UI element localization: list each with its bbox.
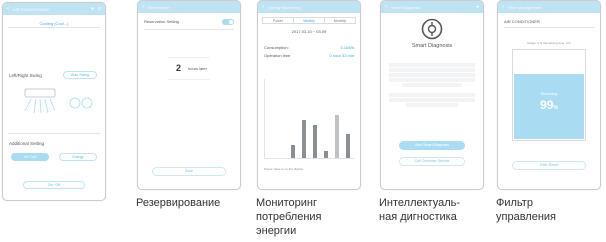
reservation-unit: hours later [188,66,207,71]
diagnosis-heading: Smart Diagnosis [411,43,453,49]
caption-energy-monitoring: Мониторинг потребления энергии [256,197,322,237]
smart-diagnosis-icon [421,18,443,40]
tab-weekly[interactable]: Weekly [294,18,325,23]
call-service-button[interactable]: Call Customer Service [399,157,465,166]
chart-legend: Power value to on the display [264,167,304,171]
top-bar: ‹ Smart Diagnosis ● [381,1,483,13]
reservation-screen: ‹ Reservation Reservation Setting 2 hour… [137,0,241,190]
tab-power[interactable]: Power [263,18,294,23]
picker-line [168,57,210,58]
filter-remaining-label: Remaining [540,92,558,96]
caption-filter-management: Фильтр управления [496,197,556,223]
reservation-toggle[interactable] [222,19,234,25]
device-name: AIR CONDITIONER [504,19,540,24]
top-bar: ‹ Energy Monitoring [258,1,360,13]
screen-title: Filter Management [508,4,542,10]
chart-bar[interactable] [324,151,329,158]
back-arrow-icon[interactable]: ‹ [502,4,504,10]
filter-reset-button[interactable]: Filter Reset [512,161,586,170]
top-bar: ‹ Reservation [138,1,240,13]
back-arrow-icon[interactable]: ‹ [262,4,264,10]
diagnosis-description [389,63,475,107]
filter-management-screen: ‹ Filter Management AIR CONDITIONER Usag… [497,0,601,190]
top-bar: ‹ Filter Management [498,1,600,13]
swing-label: Left/Right Swing [9,73,42,78]
chart-bar[interactable] [313,125,318,158]
power-button[interactable]: On / Off [23,181,85,189]
energy-monitoring-screen: ‹ Energy Monitoring Power Weekly Monthly… [257,0,361,190]
operation-value: 0 hour 33 min [329,53,354,58]
back-arrow-icon[interactable]: ‹ [7,6,9,12]
filter-gauge: Remaining 99% [512,49,586,141]
consumption-label: Consumption: [264,45,289,50]
tab-monthly[interactable]: Monthly [325,18,355,23]
consumption-value: 0.1kWh [340,45,354,50]
back-arrow-icon[interactable]: ‹ [142,4,144,10]
menu-icon[interactable]: ≡ [98,6,101,12]
operation-label: Operation time [264,53,291,58]
info-icon[interactable]: ● [476,4,479,10]
chart-bar[interactable] [290,144,295,158]
back-arrow-icon[interactable]: ‹ [385,4,387,10]
divider [8,27,100,28]
filter-usage: Usage: 0 hr Remaining time: 0 hr [526,41,572,45]
start-diagnosis-button[interactable]: Start Smart Diagnosis [399,141,465,150]
screen-title: Energy Monitoring [268,4,301,10]
save-button[interactable]: Save [152,167,226,176]
mode-label[interactable]: Cooling (Cool...) [3,21,105,26]
energy-bar-chart [264,79,354,159]
divider [8,133,100,134]
power-icon[interactable]: ● [91,6,94,12]
screen-title: Smart Diagnosis [391,4,421,10]
ac-control-screen: ‹ AIR CONDITIONER ● ≡ Cooling (Cool...) … [2,2,106,201]
auto-swing-button[interactable]: Auto Swing [63,71,97,79]
caption-reservation: Резервирование [136,197,221,209]
picker-line [168,79,210,80]
jet-cool-button[interactable]: Jet Cool [11,153,49,161]
date-range[interactable]: 2017.03.10 ~ 03.09 [258,29,360,34]
chart-bar[interactable] [346,134,351,158]
screen-title: AIR CONDITIONER [13,6,49,12]
chart-bar[interactable] [335,114,340,158]
reservation-hours[interactable]: 2 [176,63,181,73]
smart-diagnosis-screen: ‹ Smart Diagnosis ● Smart Diagnosis Star… [380,0,484,190]
period-tabs: Power Weekly Monthly [262,17,356,24]
screen-title: Reservation [148,4,170,10]
swing-direction-icon[interactable] [17,87,93,121]
filter-gauge-fill: Remaining 99% [514,74,584,139]
caption-smart-diagnosis: Интеллектуаль- ная дигностика [379,197,461,223]
energy-button[interactable]: Energy [59,153,97,161]
divider [504,27,594,28]
reservation-setting-label: Reservation Setting [144,19,179,24]
filter-remaining-value: 99% [540,98,558,112]
divider [144,29,234,30]
chart-bar[interactable] [301,119,306,158]
additional-setting-label: Additional Setting [9,141,45,146]
top-bar: ‹ AIR CONDITIONER ● ≡ [3,3,105,15]
